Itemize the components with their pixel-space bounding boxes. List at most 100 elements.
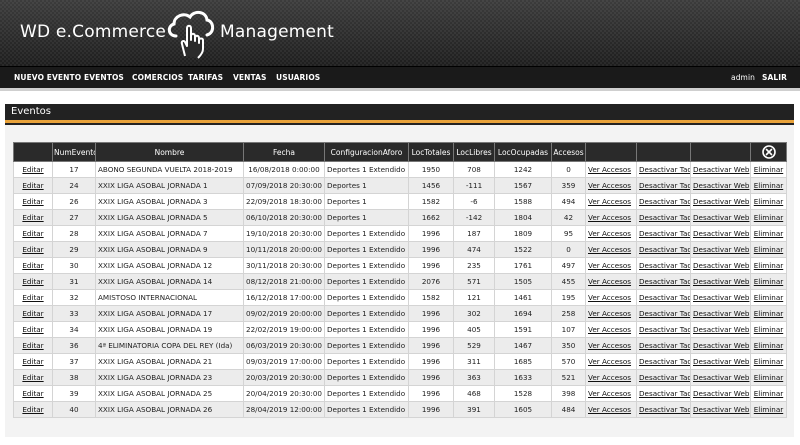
desactivar-taq-link[interactable]: Desactivar Taq	[639, 245, 690, 254]
cell-fecha: 16/08/2018 0:00:00	[243, 161, 325, 178]
desactivar-taq-link[interactable]: Desactivar Taq	[639, 373, 690, 382]
nav-usuarios[interactable]: USUARIOS	[276, 73, 320, 82]
desactivar-web-link[interactable]: Desactivar Web	[693, 405, 749, 414]
eliminar-link[interactable]: Eliminar	[754, 181, 783, 190]
ver-accesos-cell: Ver Accesos	[585, 369, 637, 386]
desactivar-taq-cell: Desactivar Taq	[636, 225, 691, 242]
logout-link[interactable]: SALIR	[762, 73, 787, 82]
desactivar-web-link[interactable]: Desactivar Web	[693, 277, 749, 286]
edit-link[interactable]: Editar	[22, 389, 43, 398]
ver-accesos-link[interactable]: Ver Accesos	[588, 165, 631, 174]
close-circle-icon[interactable]	[761, 145, 776, 159]
nav-comercios[interactable]: COMERCIOS	[132, 73, 183, 82]
edit-link[interactable]: Editar	[22, 213, 43, 222]
eliminar-link[interactable]: Eliminar	[754, 213, 783, 222]
edit-link[interactable]: Editar	[22, 293, 43, 302]
edit-link[interactable]: Editar	[22, 325, 43, 334]
nav-ventas[interactable]: VENTAS	[233, 73, 267, 82]
desactivar-taq-link[interactable]: Desactivar Taq	[639, 357, 690, 366]
eliminar-link[interactable]: Eliminar	[754, 389, 783, 398]
nav-eventos[interactable]: EVENTOS	[84, 73, 124, 82]
desactivar-web-cell: Desactivar Web	[690, 161, 751, 178]
desactivar-web-link[interactable]: Desactivar Web	[693, 229, 749, 238]
desactivar-taq-cell: Desactivar Taq	[636, 273, 691, 290]
edit-link[interactable]: Editar	[22, 181, 43, 190]
desactivar-web-link[interactable]: Desactivar Web	[693, 389, 749, 398]
ver-accesos-cell: Ver Accesos	[585, 257, 637, 274]
desactivar-taq-link[interactable]: Desactivar Taq	[639, 165, 690, 174]
eliminar-link[interactable]: Eliminar	[754, 293, 783, 302]
desactivar-web-link[interactable]: Desactivar Web	[693, 181, 749, 190]
desactivar-taq-link[interactable]: Desactivar Taq	[639, 229, 690, 238]
desactivar-taq-link[interactable]: Desactivar Taq	[639, 341, 690, 350]
ver-accesos-link[interactable]: Ver Accesos	[588, 213, 631, 222]
edit-link[interactable]: Editar	[22, 197, 43, 206]
ver-accesos-link[interactable]: Ver Accesos	[588, 341, 631, 350]
edit-link[interactable]: Editar	[22, 245, 43, 254]
desactivar-taq-link[interactable]: Desactivar Taq	[639, 309, 690, 318]
ver-accesos-link[interactable]: Ver Accesos	[588, 357, 631, 366]
eliminar-link[interactable]: Eliminar	[754, 229, 783, 238]
desactivar-taq-link[interactable]: Desactivar Taq	[639, 261, 690, 270]
desactivar-taq-link[interactable]: Desactivar Taq	[639, 277, 690, 286]
ver-accesos-link[interactable]: Ver Accesos	[588, 277, 631, 286]
edit-link[interactable]: Editar	[22, 405, 43, 414]
desactivar-web-link[interactable]: Desactivar Web	[693, 165, 749, 174]
ver-accesos-link[interactable]: Ver Accesos	[588, 261, 631, 270]
desactivar-web-link[interactable]: Desactivar Web	[693, 293, 749, 302]
ver-accesos-link[interactable]: Ver Accesos	[588, 181, 631, 190]
ver-accesos-link[interactable]: Ver Accesos	[588, 405, 631, 414]
cell-numevento: 34	[52, 321, 96, 338]
desactivar-web-link[interactable]: Desactivar Web	[693, 373, 749, 382]
eliminar-link[interactable]: Eliminar	[754, 261, 783, 270]
ver-accesos-link[interactable]: Ver Accesos	[588, 325, 631, 334]
table-row: Editar 26 XXIX LIGA ASOBAL JORNADA 3 22/09/…	[13, 193, 787, 210]
nav-nuevo-evento[interactable]: NUEVO EVENTO	[14, 73, 81, 82]
desactivar-taq-link[interactable]: Desactivar Taq	[639, 197, 690, 206]
eliminar-link[interactable]: Eliminar	[754, 309, 783, 318]
edit-link[interactable]: Editar	[22, 357, 43, 366]
cell-nombre: XXIX LIGA ASOBAL JORNADA 17	[95, 305, 244, 322]
desactivar-web-link[interactable]: Desactivar Web	[693, 245, 749, 254]
eliminar-link[interactable]: Eliminar	[754, 341, 783, 350]
ver-accesos-link[interactable]: Ver Accesos	[588, 229, 631, 238]
ver-accesos-link[interactable]: Ver Accesos	[588, 293, 631, 302]
ver-accesos-link[interactable]: Ver Accesos	[588, 389, 631, 398]
desactivar-web-link[interactable]: Desactivar Web	[693, 261, 749, 270]
desactivar-web-link[interactable]: Desactivar Web	[693, 213, 749, 222]
eliminar-link[interactable]: Eliminar	[754, 325, 783, 334]
desactivar-taq-link[interactable]: Desactivar Taq	[639, 181, 690, 190]
desactivar-taq-link[interactable]: Desactivar Taq	[639, 389, 690, 398]
eliminar-link[interactable]: Eliminar	[754, 245, 783, 254]
desactivar-web-link[interactable]: Desactivar Web	[693, 357, 749, 366]
edit-link[interactable]: Editar	[22, 165, 43, 174]
ver-accesos-link[interactable]: Ver Accesos	[588, 373, 631, 382]
eliminar-link[interactable]: Eliminar	[754, 197, 783, 206]
ver-accesos-cell: Ver Accesos	[585, 305, 637, 322]
edit-link[interactable]: Editar	[22, 229, 43, 238]
edit-cell: Editar	[13, 209, 53, 226]
edit-link[interactable]: Editar	[22, 341, 43, 350]
desactivar-web-link[interactable]: Desactivar Web	[693, 309, 749, 318]
desactivar-taq-link[interactable]: Desactivar Taq	[639, 405, 690, 414]
ver-accesos-link[interactable]: Ver Accesos	[588, 197, 631, 206]
desactivar-taq-link[interactable]: Desactivar Taq	[639, 325, 690, 334]
desactivar-web-link[interactable]: Desactivar Web	[693, 197, 749, 206]
desactivar-web-link[interactable]: Desactivar Web	[693, 325, 749, 334]
cell-nombre: ABONO SEGUNDA VUELTA 2018-2019	[95, 161, 244, 178]
eliminar-link[interactable]: Eliminar	[754, 165, 783, 174]
eliminar-link[interactable]: Eliminar	[754, 357, 783, 366]
edit-link[interactable]: Editar	[22, 373, 43, 382]
desactivar-taq-link[interactable]: Desactivar Taq	[639, 213, 690, 222]
desactivar-web-link[interactable]: Desactivar Web	[693, 341, 749, 350]
eliminar-link[interactable]: Eliminar	[754, 277, 783, 286]
ver-accesos-link[interactable]: Ver Accesos	[588, 245, 631, 254]
nav-tarifas[interactable]: TARIFAS	[188, 73, 223, 82]
edit-link[interactable]: Editar	[22, 277, 43, 286]
ver-accesos-link[interactable]: Ver Accesos	[588, 309, 631, 318]
eliminar-link[interactable]: Eliminar	[754, 405, 783, 414]
edit-link[interactable]: Editar	[22, 261, 43, 270]
eliminar-link[interactable]: Eliminar	[754, 373, 783, 382]
desactivar-taq-link[interactable]: Desactivar Taq	[639, 293, 690, 302]
edit-link[interactable]: Editar	[22, 309, 43, 318]
